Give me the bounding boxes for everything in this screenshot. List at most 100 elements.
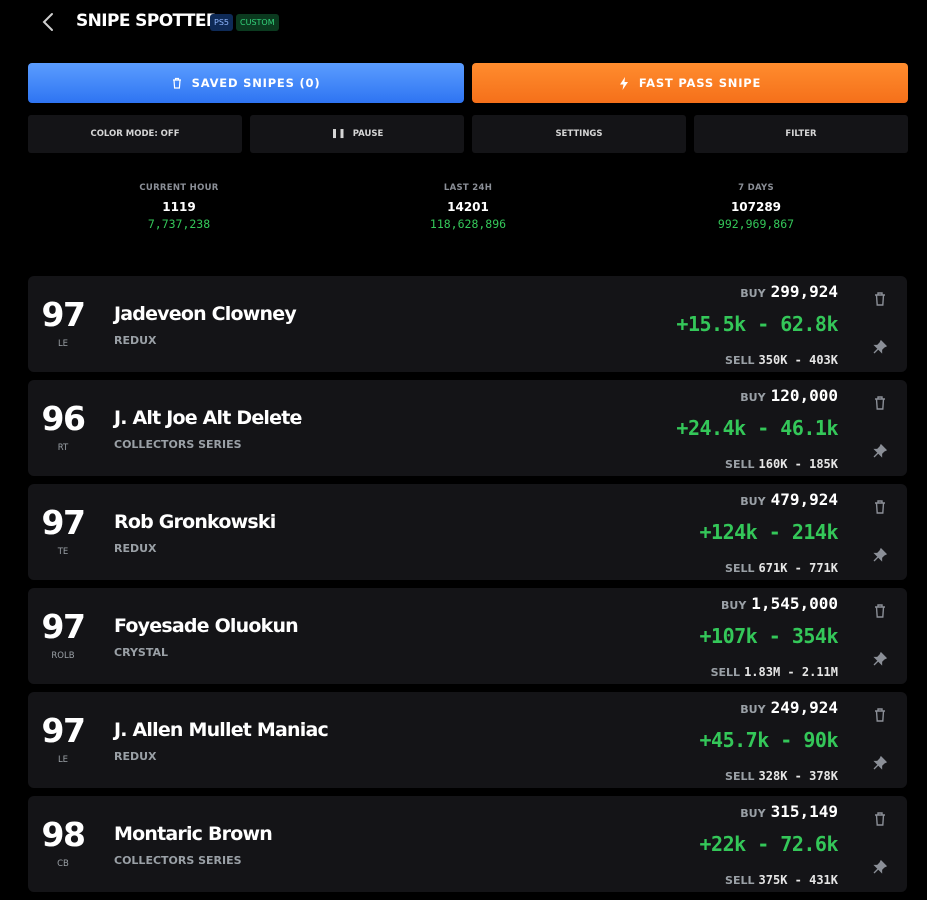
profit-range: +22k - 72.6k: [699, 832, 839, 856]
player-rating: 97: [41, 711, 86, 750]
pause-button[interactable]: ❚❚ PAUSE: [250, 115, 464, 153]
sell-label: SELL: [725, 354, 755, 367]
trash-icon[interactable]: [873, 291, 887, 307]
player-program: REDUX: [114, 542, 157, 555]
buy-value: 479,924: [770, 490, 838, 509]
buy-price: BUY 249,924: [740, 698, 838, 717]
stat-coins: 992,969,867: [717, 217, 795, 231]
profit-range: +15.5k - 62.8k: [676, 312, 838, 336]
sell-label: SELL: [725, 562, 755, 575]
settings-label: SETTINGS: [555, 129, 603, 139]
player-program: COLLECTORS SERIES: [114, 438, 242, 451]
player-rating: 96: [41, 399, 86, 438]
snipe-card[interactable]: 97 LE Jadeveon Clowney REDUX BUY 299,924 +15.5…: [28, 276, 907, 372]
stat-7-days: 7 DAYS 107289 992,969,867: [626, 183, 886, 231]
sell-value: 160K - 185K: [758, 457, 838, 471]
stat-coins: 118,628,896: [429, 217, 507, 231]
lightning-icon: [619, 76, 628, 90]
player-name: Rob Gronkowski: [114, 511, 276, 533]
buy-price: BUY 315,149: [740, 802, 838, 821]
pin-icon[interactable]: [873, 547, 888, 562]
pin-icon[interactable]: [873, 859, 888, 874]
player-name: J. Allen Mullet Maniac: [114, 719, 329, 741]
fast-pass-snipe-button[interactable]: FAST PASS SNIPE: [472, 63, 908, 103]
stat-count: 107289: [730, 200, 782, 214]
pin-icon[interactable]: [873, 443, 888, 458]
player-program: REDUX: [114, 334, 157, 347]
player-rating: 97: [41, 607, 86, 646]
player-position: LE: [57, 755, 69, 765]
trash-icon[interactable]: [873, 707, 887, 723]
profit-range: +124k - 214k: [699, 520, 839, 544]
profit-range: +45.7k - 90k: [699, 728, 839, 752]
player-name: Jadeveon Clowney: [114, 303, 297, 325]
fast-pass-snipe-label: FAST PASS SNIPE: [638, 76, 762, 90]
stat-label: CURRENT HOUR: [139, 183, 219, 193]
player-position: CB: [57, 859, 69, 869]
pause-icon: ❚❚: [330, 129, 346, 139]
pin-icon[interactable]: [873, 339, 888, 354]
player-name: Montaric Brown: [114, 823, 273, 845]
trash-icon[interactable]: [873, 603, 887, 619]
player-rating: 98: [41, 815, 86, 854]
player-program: REDUX: [114, 750, 157, 763]
buy-price: BUY 1,545,000: [721, 594, 838, 613]
profit-range: +107k - 354k: [699, 624, 839, 648]
buy-price: BUY 120,000: [740, 386, 838, 405]
snipe-card[interactable]: 97 TE Rob Gronkowski REDUX BUY 479,924 +124k -…: [28, 484, 907, 580]
buy-value: 299,924: [770, 282, 838, 301]
sell-price: SELL 160K - 185K: [725, 453, 838, 472]
buy-label: BUY: [740, 495, 766, 508]
sell-price: SELL 328K - 378K: [725, 765, 838, 784]
saved-snipes-button[interactable]: SAVED SNIPES (0): [28, 63, 464, 103]
color-mode-label: COLOR MODE: OFF: [90, 129, 180, 139]
player-program: CRYSTAL: [114, 646, 169, 659]
platform-badge: PS5: [210, 14, 233, 31]
trash-icon: [172, 77, 181, 89]
stat-last-24h: LAST 24H 14201 118,628,896: [338, 183, 598, 231]
pause-label: PAUSE: [352, 129, 384, 139]
snipe-card[interactable]: 97 LE J. Allen Mullet Maniac REDUX BUY 249,92…: [28, 692, 907, 788]
player-name: Foyesade Oluokun: [114, 615, 299, 637]
buy-price: BUY 299,924: [740, 282, 838, 301]
player-name: J. Alt Joe Alt Delete: [114, 407, 302, 429]
buy-value: 249,924: [770, 698, 838, 717]
player-position: RT: [57, 443, 69, 453]
sell-value: 328K - 378K: [758, 769, 838, 783]
stat-label: LAST 24H: [443, 183, 493, 193]
sell-price: SELL 350K - 403K: [725, 349, 838, 368]
filter-button[interactable]: FILTER: [694, 115, 908, 153]
trash-icon[interactable]: [873, 499, 887, 515]
buy-label: BUY: [721, 599, 747, 612]
buy-price: BUY 479,924: [740, 490, 838, 509]
stat-count: 1119: [162, 200, 196, 214]
filter-label: FILTER: [785, 129, 817, 139]
sell-value: 375K - 431K: [758, 873, 838, 887]
buy-label: BUY: [740, 807, 766, 820]
snipe-card[interactable]: 96 RT J. Alt Joe Alt Delete COLLECTORS SERI…: [28, 380, 907, 476]
trash-icon[interactable]: [873, 395, 887, 411]
player-program: COLLECTORS SERIES: [114, 854, 242, 867]
sell-label: SELL: [725, 770, 755, 783]
buy-value: 315,149: [770, 802, 838, 821]
sell-value: 1.83M - 2.11M: [744, 665, 838, 679]
player-position: LE: [57, 339, 69, 349]
chevron-left-icon[interactable]: [38, 11, 60, 33]
stat-count: 14201: [447, 200, 489, 214]
pin-icon[interactable]: [873, 755, 888, 770]
profit-range: +24.4k - 46.1k: [676, 416, 838, 440]
settings-button[interactable]: SETTINGS: [472, 115, 686, 153]
player-rating: 97: [41, 503, 86, 542]
pin-icon[interactable]: [873, 651, 888, 666]
mode-badge: CUSTOM: [236, 14, 279, 31]
sell-price: SELL 375K - 431K: [725, 869, 838, 888]
sell-label: SELL: [710, 666, 741, 679]
header: SNIPE SPOTTER PS5 CUSTOM: [0, 0, 927, 46]
player-position: ROLB: [51, 651, 75, 661]
stat-current-hour: CURRENT HOUR 1119 7,737,238: [49, 183, 309, 231]
trash-icon[interactable]: [873, 811, 887, 827]
snipe-card[interactable]: 98 CB Montaric Brown COLLECTORS SERIES BUY 31…: [28, 796, 907, 892]
snipe-card[interactable]: 97 ROLB Foyesade Oluokun CRYSTAL BUY 1,545,00…: [28, 588, 907, 684]
sell-price: SELL 671K - 771K: [725, 557, 838, 576]
color-mode-button[interactable]: COLOR MODE: OFF: [28, 115, 242, 153]
